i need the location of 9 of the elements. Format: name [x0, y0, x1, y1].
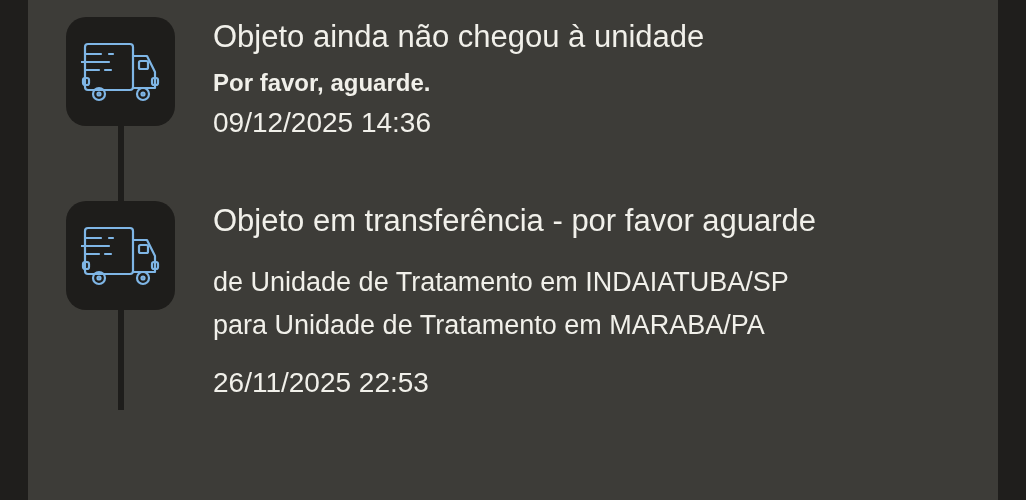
- event-date: 26/11/2025 22:53: [213, 366, 430, 400]
- truck-icon: [80, 225, 161, 286]
- event-title: Objeto ainda não chegou à unidade: [213, 18, 706, 56]
- truck-icon: [80, 41, 161, 102]
- event-title: Objeto em transferência - por favor aguarde: [213, 202, 818, 240]
- event-detail: de Unidade de Tratamento em INDAIATUBA/SP: [213, 266, 790, 299]
- event-detail: para Unidade de Tratamento em MARABA/PA: [213, 309, 766, 342]
- event-note: Por favor, aguarde.: [213, 68, 432, 98]
- event-date: 09/12/2025 14:36: [213, 106, 432, 140]
